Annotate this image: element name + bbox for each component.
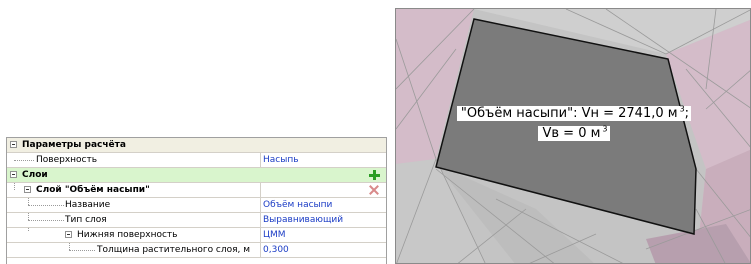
grid-name-cell: Поверхность	[7, 153, 261, 167]
topsoil-value[interactable]: 0,300	[263, 243, 386, 257]
tree-guide	[14, 160, 34, 162]
volume-label-line-2: Vв = 0 м3	[538, 124, 610, 141]
grid-name-cell: Толщина растительного слоя, м	[7, 243, 261, 257]
calculation-parameters-grid: Параметры расчёта Поверхность Насыпь Сло…	[6, 137, 387, 264]
tree-guide	[14, 183, 15, 190]
grid-row-layer-type[interactable]: Тип слоя Выравнивающий	[7, 213, 386, 228]
grid-name-cell: Слой "Объём насыпи"	[7, 183, 261, 197]
grid-row-layers[interactable]: Слои	[7, 168, 386, 183]
grid-name-cell: Тип слоя	[7, 213, 261, 227]
lower-surface-label: Нижняя поверхность	[77, 230, 178, 240]
name-label: Название	[65, 200, 111, 210]
unit-power: 3	[679, 104, 685, 114]
volume-cut-text: Vв = 0 м	[540, 126, 603, 141]
volume-label: "Объём насыпи": Vн = 2741,0 м 3; Vв = 0 м…	[396, 104, 750, 144]
grid-row-lower-surface[interactable]: Нижняя поверхность ЦММ	[7, 228, 386, 243]
grid-row-calc-params[interactable]: Параметры расчёта	[7, 138, 386, 153]
volume-label-line-1: "Объём насыпи": Vн = 2741,0 м 3;	[456, 104, 692, 121]
grid-row-name[interactable]: Название Объём насыпи	[7, 198, 386, 213]
layer-title: Слой "Объём насыпи"	[36, 185, 150, 195]
tree-guide	[28, 213, 29, 220]
grid-name-cell: Параметры расчёта	[7, 138, 261, 152]
layer-type-value[interactable]: Выравнивающий	[263, 213, 386, 227]
collapse-icon[interactable]	[24, 186, 31, 193]
name-value[interactable]: Объём насыпи	[263, 198, 386, 212]
tree-guide	[28, 198, 29, 205]
grid-row-layer[interactable]: Слой "Объём насыпи"	[7, 183, 386, 198]
lower-surface-value[interactable]: ЦММ	[263, 228, 386, 242]
topsoil-label: Толщина растительного слоя, м	[97, 245, 251, 255]
grid-name-cell: Слои	[7, 168, 261, 182]
calc-params-header: Параметры расчёта	[22, 140, 126, 150]
grid-row-topsoil[interactable]: Толщина растительного слоя, м 0,300	[7, 243, 386, 258]
collapse-icon[interactable]	[10, 171, 17, 178]
surface-value[interactable]: Насыпь	[263, 153, 386, 167]
layer-type-label: Тип слоя	[65, 215, 107, 225]
layers-group-label: Слои	[22, 170, 48, 180]
tree-guide	[69, 243, 70, 250]
grid-name-cell: Нижняя поверхность	[7, 228, 261, 242]
tree-guide	[28, 228, 29, 231]
collapse-icon[interactable]	[65, 231, 72, 238]
surface-label: Поверхность	[36, 155, 98, 165]
unit-power: 3	[602, 124, 608, 134]
volume-fill-text: "Объём насыпи": Vн = 2741,0 м	[458, 106, 680, 121]
tree-guide	[28, 205, 64, 207]
grid-row-surface[interactable]: Поверхность Насыпь	[7, 153, 386, 168]
collapse-icon[interactable]	[10, 141, 17, 148]
model-viewport[interactable]: "Объём насыпи": Vн = 2741,0 м 3; Vв = 0 м…	[395, 8, 751, 264]
cross-icon[interactable]	[368, 184, 380, 196]
tree-guide	[28, 220, 64, 222]
tree-guide	[69, 250, 95, 252]
grid-name-cell: Название	[7, 198, 261, 212]
plus-icon[interactable]	[368, 169, 380, 181]
